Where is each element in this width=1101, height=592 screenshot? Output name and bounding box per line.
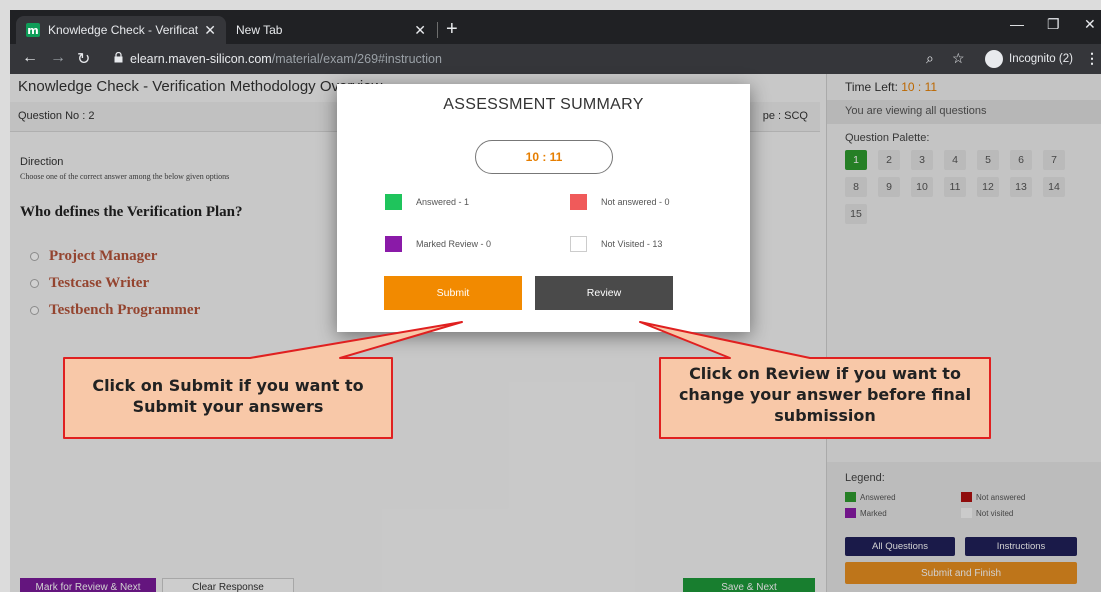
not-answered-swatch (570, 194, 587, 210)
tab-title: New Tab (236, 23, 283, 37)
incognito-icon (985, 50, 1003, 68)
tab-separator (437, 22, 438, 38)
summary-not-answered-label: Not answered - 0 (601, 197, 670, 207)
summary-marked-review-label: Marked Review - 0 (416, 239, 492, 249)
kebab-menu-icon[interactable]: ⋮ (1085, 50, 1099, 67)
tab-strip: m Knowledge Check - Verification M ✕ New… (10, 10, 1101, 44)
tab-knowledge-check[interactable]: m Knowledge Check - Verification M ✕ (16, 16, 226, 44)
summary-answered-label: Answered - 1 (416, 197, 470, 207)
lock-icon (114, 52, 123, 63)
restore-icon[interactable]: ❐ (1047, 16, 1060, 33)
submit-callout-line: Submit your answers (132, 396, 324, 416)
summary-not-answered: Not answered - 0 (570, 194, 670, 210)
modal-submit-button[interactable]: Submit (384, 276, 522, 310)
review-callout-line: submission (774, 405, 876, 425)
modal-review-button[interactable]: Review (535, 276, 673, 310)
browser-toolbar: ← → ↻ elearn.maven-silicon.com/material/… (10, 44, 1101, 74)
summary-not-visited: Not Visited - 13 (570, 236, 662, 252)
new-tab-icon[interactable]: + (446, 18, 458, 41)
review-callout-line: change your answer before final (678, 384, 972, 404)
tab-close-icon[interactable]: ✕ (414, 22, 426, 39)
tab-close-icon[interactable]: ✕ (204, 22, 216, 39)
submit-callout: Click on Submit if you want to Submit yo… (64, 376, 392, 418)
answered-swatch (385, 194, 402, 210)
url-path: /material/exam/269#instruction (271, 52, 442, 66)
assessment-summary-modal: ASSESSMENT SUMMARY 10 : 11 Answered - 1 … (337, 84, 750, 332)
summary-marked-review: Marked Review - 0 (385, 236, 491, 252)
minimize-icon[interactable]: — (1010, 16, 1024, 32)
window-close-icon[interactable]: ✕ (1084, 16, 1096, 33)
summary-answered: Answered - 1 (385, 194, 469, 210)
modal-timer: 10 : 11 (475, 140, 613, 174)
zoom-icon[interactable]: ⌕ (926, 50, 934, 67)
bookmark-star-icon[interactable]: ☆ (952, 50, 965, 67)
not-visited-swatch (570, 236, 587, 252)
marked-swatch (385, 236, 402, 252)
tab-new-tab[interactable]: New Tab ✕ (226, 16, 436, 44)
summary-not-visited-label: Not Visited - 13 (601, 239, 663, 249)
maven-favicon-icon: m (26, 23, 40, 37)
forward-icon[interactable]: → (50, 49, 66, 67)
incognito-badge[interactable]: Incognito (2) (985, 49, 1073, 69)
review-callout: Click on Review if you want to change yo… (660, 364, 990, 426)
review-callout-line: Click on Review if you want to (689, 364, 961, 383)
url-host: elearn.maven-silicon.com (130, 52, 272, 66)
reload-icon[interactable]: ↻ (77, 49, 90, 69)
incognito-label: Incognito (2) (1009, 53, 1073, 65)
back-icon[interactable]: ← (22, 49, 38, 67)
submit-callout-line: Click on Submit if you want to (92, 376, 364, 395)
tab-title: Knowledge Check - Verification M (48, 23, 199, 37)
address-bar[interactable]: elearn.maven-silicon.com/material/exam/2… (130, 52, 442, 66)
modal-title: ASSESSMENT SUMMARY (443, 96, 644, 113)
